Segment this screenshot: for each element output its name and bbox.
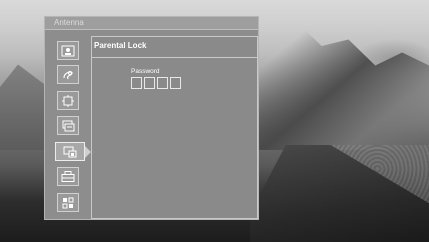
sidebar-item-input[interactable] xyxy=(57,193,79,212)
sidebar-item-picture[interactable] xyxy=(57,41,79,60)
lock-icon xyxy=(63,146,77,157)
password-digit-3[interactable] xyxy=(157,77,168,89)
parental-lock-panel: Parental Lock Password xyxy=(91,36,258,219)
sidebar-item-sound[interactable] xyxy=(57,65,79,84)
osd-window-title: Antenna xyxy=(54,18,84,27)
input-icon xyxy=(62,197,74,208)
background-canyon xyxy=(250,20,429,150)
panel-title-bar: Parental Lock xyxy=(92,37,257,58)
sound-icon xyxy=(63,70,73,79)
password-digit-1[interactable] xyxy=(131,77,142,89)
osd-sidebar xyxy=(53,35,91,219)
sidebar-item-channel[interactable] xyxy=(57,91,79,110)
osd-menu-window: Antenna Parental Lock Password xyxy=(44,16,259,220)
password-digit-4[interactable] xyxy=(170,77,181,89)
password-label: Password xyxy=(131,68,160,75)
channel-icon xyxy=(62,94,74,107)
password-input[interactable] xyxy=(131,77,181,89)
picture-icon xyxy=(61,45,75,56)
password-digit-2[interactable] xyxy=(144,77,155,89)
setup-icon xyxy=(61,170,75,182)
panel-title: Parental Lock xyxy=(94,41,147,50)
sidebar-item-setup[interactable] xyxy=(57,167,79,186)
sidebar-item-timer[interactable] xyxy=(57,116,79,135)
osd-title-bar: Antenna xyxy=(45,17,258,30)
sidebar-item-lock[interactable] xyxy=(55,142,91,161)
timer-icon xyxy=(62,120,75,131)
